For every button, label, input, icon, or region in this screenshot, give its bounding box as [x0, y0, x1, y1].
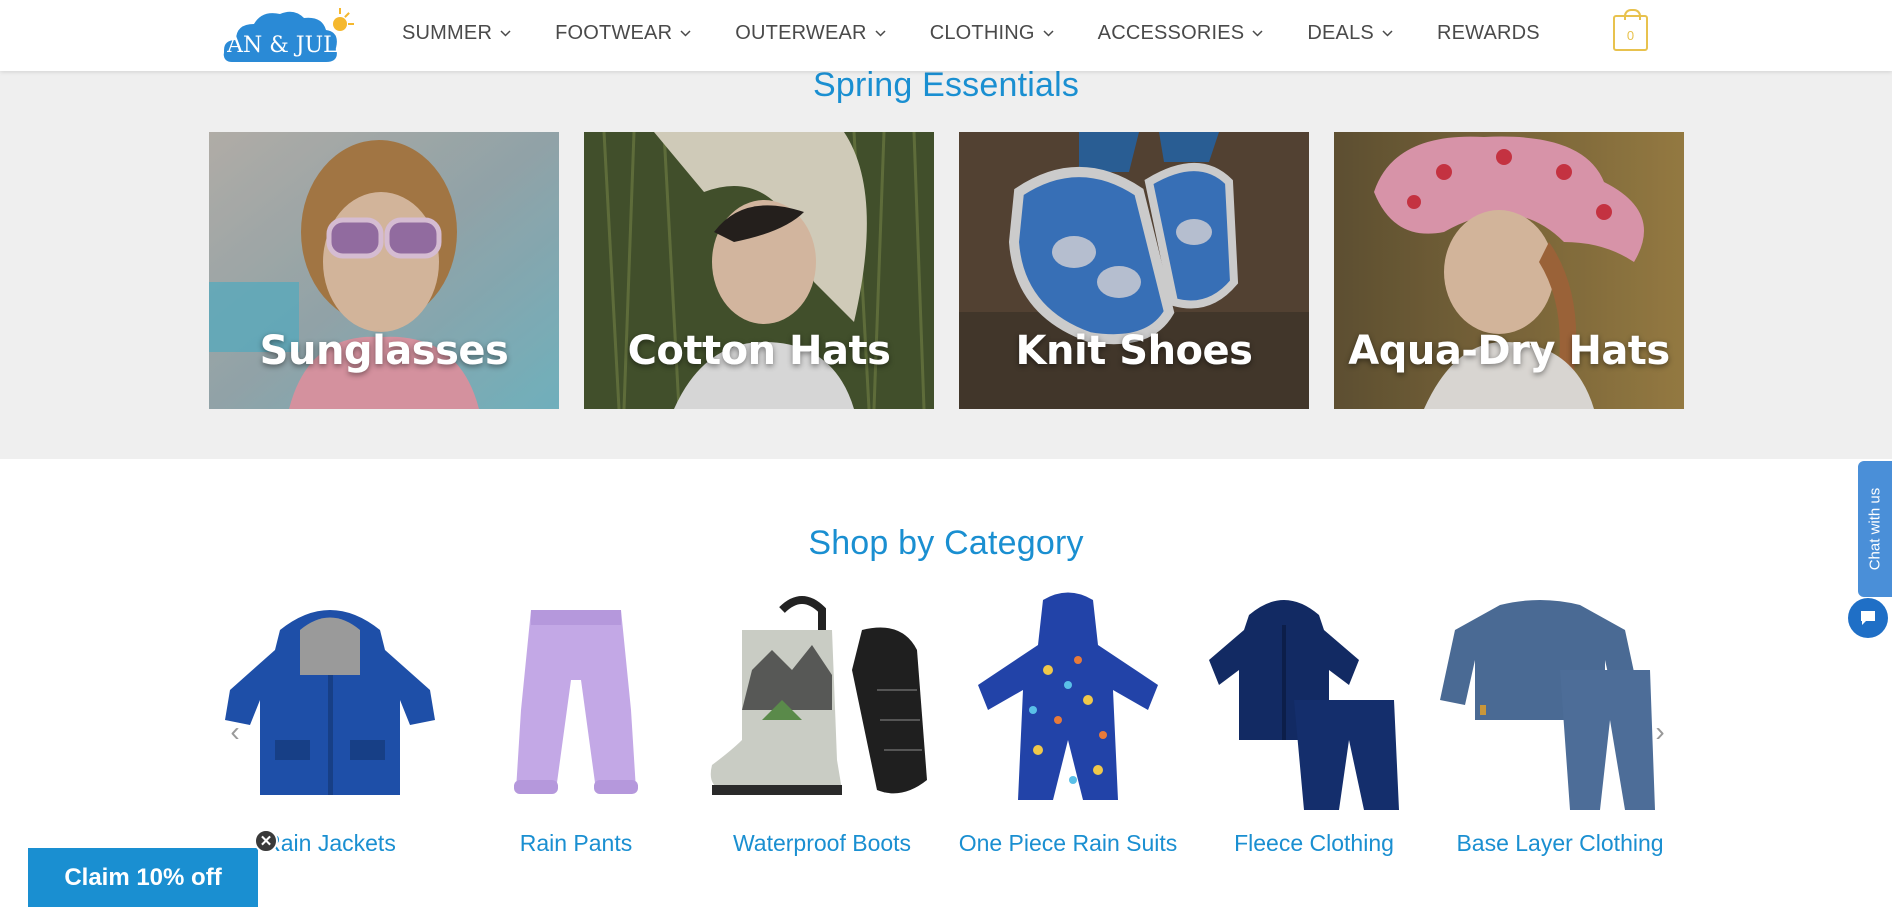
nav-item-summer[interactable]: SUMMER	[402, 22, 511, 45]
category-carousel: Rain Jackets Rain Pants Waterproof Boots	[210, 590, 1675, 860]
rain-pants-image	[514, 610, 638, 794]
promo-label: Claim 10% off	[64, 863, 222, 891]
nav-item-deals[interactable]: DEALS	[1307, 22, 1393, 45]
close-icon[interactable]: ✕	[254, 829, 278, 853]
tile-aqua-dry-hats[interactable]: Aqua-Dry Hats	[1334, 132, 1684, 409]
chat-icon	[1861, 611, 1875, 625]
category-label: Rain Pants	[519, 830, 633, 856]
nav-item-label: FOOTWEAR	[555, 21, 673, 44]
tile-sunglasses[interactable]: Sunglasses	[209, 132, 559, 409]
category-label: Fleece Clothing	[1234, 830, 1394, 856]
category-label: One Piece Rain Suits	[958, 830, 1178, 856]
base-layer-clothing-image	[1440, 600, 1655, 810]
category-rain-jackets[interactable]: Rain Jackets	[210, 590, 450, 860]
tile-knit-shoes[interactable]: Knit Shoes	[959, 132, 1309, 409]
fleece-clothing-image	[1209, 600, 1399, 810]
category-fleece-clothing[interactable]: Fleece Clothing	[1194, 590, 1434, 860]
cart-button[interactable]: 0	[1613, 9, 1648, 51]
main-nav: SUMMER FOOTWEAR OUTERWEAR CLOTHING ACCES…	[402, 0, 1584, 66]
site-header: JAN & JUL SUMMER FOOTWEAR OUTERWEAR CLOT…	[0, 0, 1892, 71]
tile-label: Sunglasses	[259, 328, 509, 374]
brand-logo[interactable]: JAN & JUL	[216, 6, 354, 66]
chat-bubble-button[interactable]	[1848, 598, 1888, 638]
nav-item-label: CLOTHING	[929, 21, 1035, 44]
category-one-piece-rain-suits[interactable]: One Piece Rain Suits	[948, 590, 1188, 860]
chevron-down-icon	[1043, 29, 1054, 37]
nav-item-footwear[interactable]: FOOTWEAR	[555, 22, 691, 45]
category-waterproof-boots[interactable]: Waterproof Boots	[702, 590, 942, 860]
chevron-down-icon	[875, 29, 886, 37]
rain-jacket-image	[225, 610, 435, 795]
category-base-layer-clothing[interactable]: Base Layer Clothing	[1440, 590, 1680, 860]
nav-item-label: REWARDS	[1436, 21, 1540, 44]
chevron-down-icon	[680, 29, 691, 37]
cart-count: 0	[1626, 27, 1635, 43]
nav-item-rewards[interactable]: REWARDS	[1437, 22, 1540, 45]
chevron-down-icon	[1382, 29, 1393, 37]
chat-with-us-tab[interactable]: Chat with us	[1858, 461, 1892, 597]
nav-item-label: OUTERWEAR	[735, 21, 867, 44]
nav-item-accessories[interactable]: ACCESSORIES	[1098, 22, 1264, 45]
nav-item-clothing[interactable]: CLOTHING	[930, 22, 1054, 45]
waterproof-boots-image	[710, 596, 927, 795]
nav-item-outerwear[interactable]: OUTERWEAR	[735, 21, 886, 45]
tile-label: Knit Shoes	[1015, 328, 1253, 374]
category-label: Waterproof Boots	[732, 830, 912, 856]
category-label: Base Layer Clothing	[1456, 830, 1664, 856]
nav-item-label: SUMMER	[402, 21, 493, 44]
shop-by-category-title: Shop by Category	[808, 524, 1084, 562]
spring-essentials-title: Spring Essentials	[812, 66, 1080, 104]
nav-item-label: DEALS	[1307, 21, 1374, 44]
claim-discount-button[interactable]: Claim 10% off	[28, 848, 258, 907]
tile-cotton-hats[interactable]: Cotton Hats	[584, 132, 934, 409]
tile-label: Aqua-Dry Hats	[1348, 328, 1670, 374]
svg-text:JAN & JUL: JAN & JUL	[222, 33, 338, 58]
chat-tab-label: Chat with us	[1866, 487, 1884, 571]
nav-item-label: ACCESSORIES	[1097, 21, 1245, 44]
one-piece-rain-suit-image	[978, 592, 1158, 800]
chevron-down-icon	[500, 29, 511, 37]
tile-label: Cotton Hats	[627, 328, 891, 374]
chevron-down-icon	[1252, 29, 1263, 37]
category-rain-pants[interactable]: Rain Pants	[456, 590, 696, 860]
